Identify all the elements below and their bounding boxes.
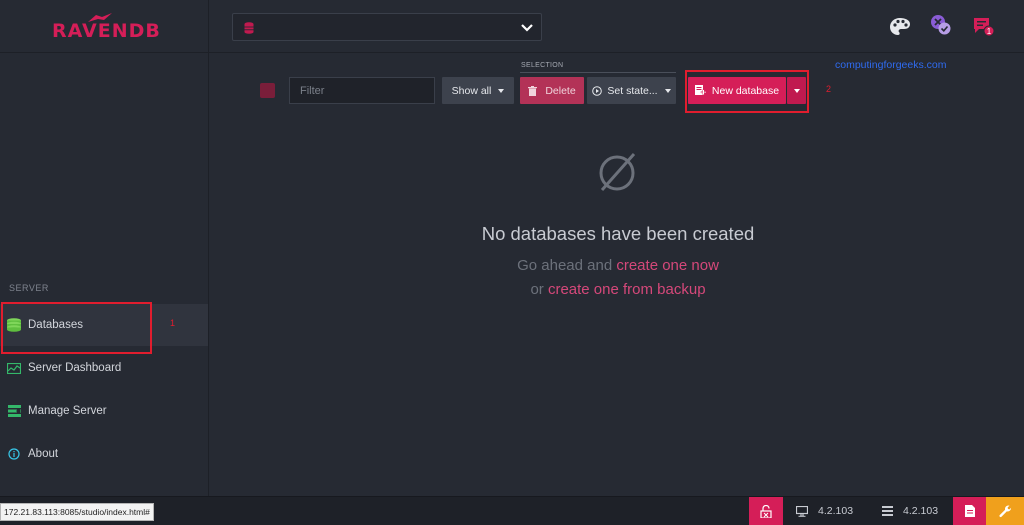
set-state-label: Set state... (607, 84, 658, 97)
empty-state-text: Go ahead and (517, 257, 613, 274)
client-version-text: 4.2.103 (818, 505, 854, 517)
empty-state-line-2: or create one from backup (418, 281, 818, 298)
show-all-label: Show all (451, 84, 492, 97)
sidebar-divider (0, 52, 208, 53)
notifications-icon[interactable]: 1 (973, 16, 995, 38)
empty-state-text: or (530, 281, 544, 298)
ravendb-logo[interactable]: RAVENDB (52, 13, 161, 44)
link-url-tooltip: 172.21.83.113:8085/studio/index.html# (0, 503, 154, 521)
empty-set-icon (599, 153, 636, 191)
trash-icon (528, 85, 538, 96)
show-all-button[interactable]: Show all (442, 77, 514, 104)
sidebar-item-manage-server[interactable]: Manage Server (0, 390, 208, 432)
watermark-text: computingforgeeks.com (835, 59, 947, 71)
server-stack-icon (882, 506, 893, 516)
create-from-backup-link[interactable]: create one from backup (548, 281, 706, 298)
empty-state-title: No databases have been created (481, 223, 755, 244)
sidebar-item-label: Manage Server (28, 405, 107, 417)
annotation-box-new-database (685, 70, 809, 113)
logo-text: RAVENDB (52, 20, 161, 42)
unlock-icon (760, 504, 772, 518)
document-feedback-button[interactable] (953, 497, 987, 525)
selection-divider (520, 72, 676, 73)
delete-button[interactable]: Delete (520, 77, 584, 104)
set-state-button[interactable]: Set state... (587, 77, 676, 104)
server-version-text: 4.2.103 (903, 505, 939, 517)
chevron-down-icon (521, 24, 533, 32)
cluster-status-icon[interactable] (930, 14, 952, 36)
caret-down-icon (498, 88, 505, 93)
annotation-marker-1: 1 (170, 318, 176, 328)
sidebar-item-label: Server Dashboard (28, 362, 122, 374)
create-one-now-link[interactable]: create one now (616, 257, 719, 274)
annotation-marker-2: 2 (826, 84, 832, 94)
sidebar-item-about[interactable]: About (0, 433, 208, 475)
settings-tools-button[interactable] (986, 497, 1024, 525)
monitor-icon (796, 505, 808, 517)
sidebar: RAVENDB SERVER Databases Server Dashboar… (0, 0, 209, 496)
sidebar-section-label: SERVER (9, 283, 49, 293)
caret-down-icon (664, 88, 671, 93)
database-selector-icon (244, 22, 254, 34)
wrench-icon (998, 505, 1011, 517)
status-bar: 172.21.83.113:8085/studio/index.html# 4.… (0, 496, 1024, 525)
play-circle-icon (592, 85, 603, 96)
server-version: 4.2.103 (882, 497, 938, 525)
database-selector[interactable] (232, 13, 542, 41)
dashboard-icon (6, 361, 22, 375)
empty-state-line-1: Go ahead and create one now (418, 257, 818, 274)
top-bar: 1 (209, 0, 1024, 53)
select-all-checkbox[interactable] (260, 83, 275, 98)
notification-count: 1 (987, 27, 992, 36)
manage-server-icon (6, 404, 22, 418)
selection-label: SELECTION (521, 62, 564, 69)
annotation-box-databases (1, 302, 152, 354)
delete-label: Delete (545, 84, 576, 97)
info-icon (6, 447, 22, 461)
document-icon (965, 505, 975, 517)
theme-palette-icon[interactable] (889, 16, 911, 38)
sidebar-item-label: About (28, 448, 59, 460)
filter-input[interactable] (289, 77, 435, 104)
security-status-button[interactable] (749, 497, 783, 525)
client-version: 4.2.103 (796, 497, 853, 525)
